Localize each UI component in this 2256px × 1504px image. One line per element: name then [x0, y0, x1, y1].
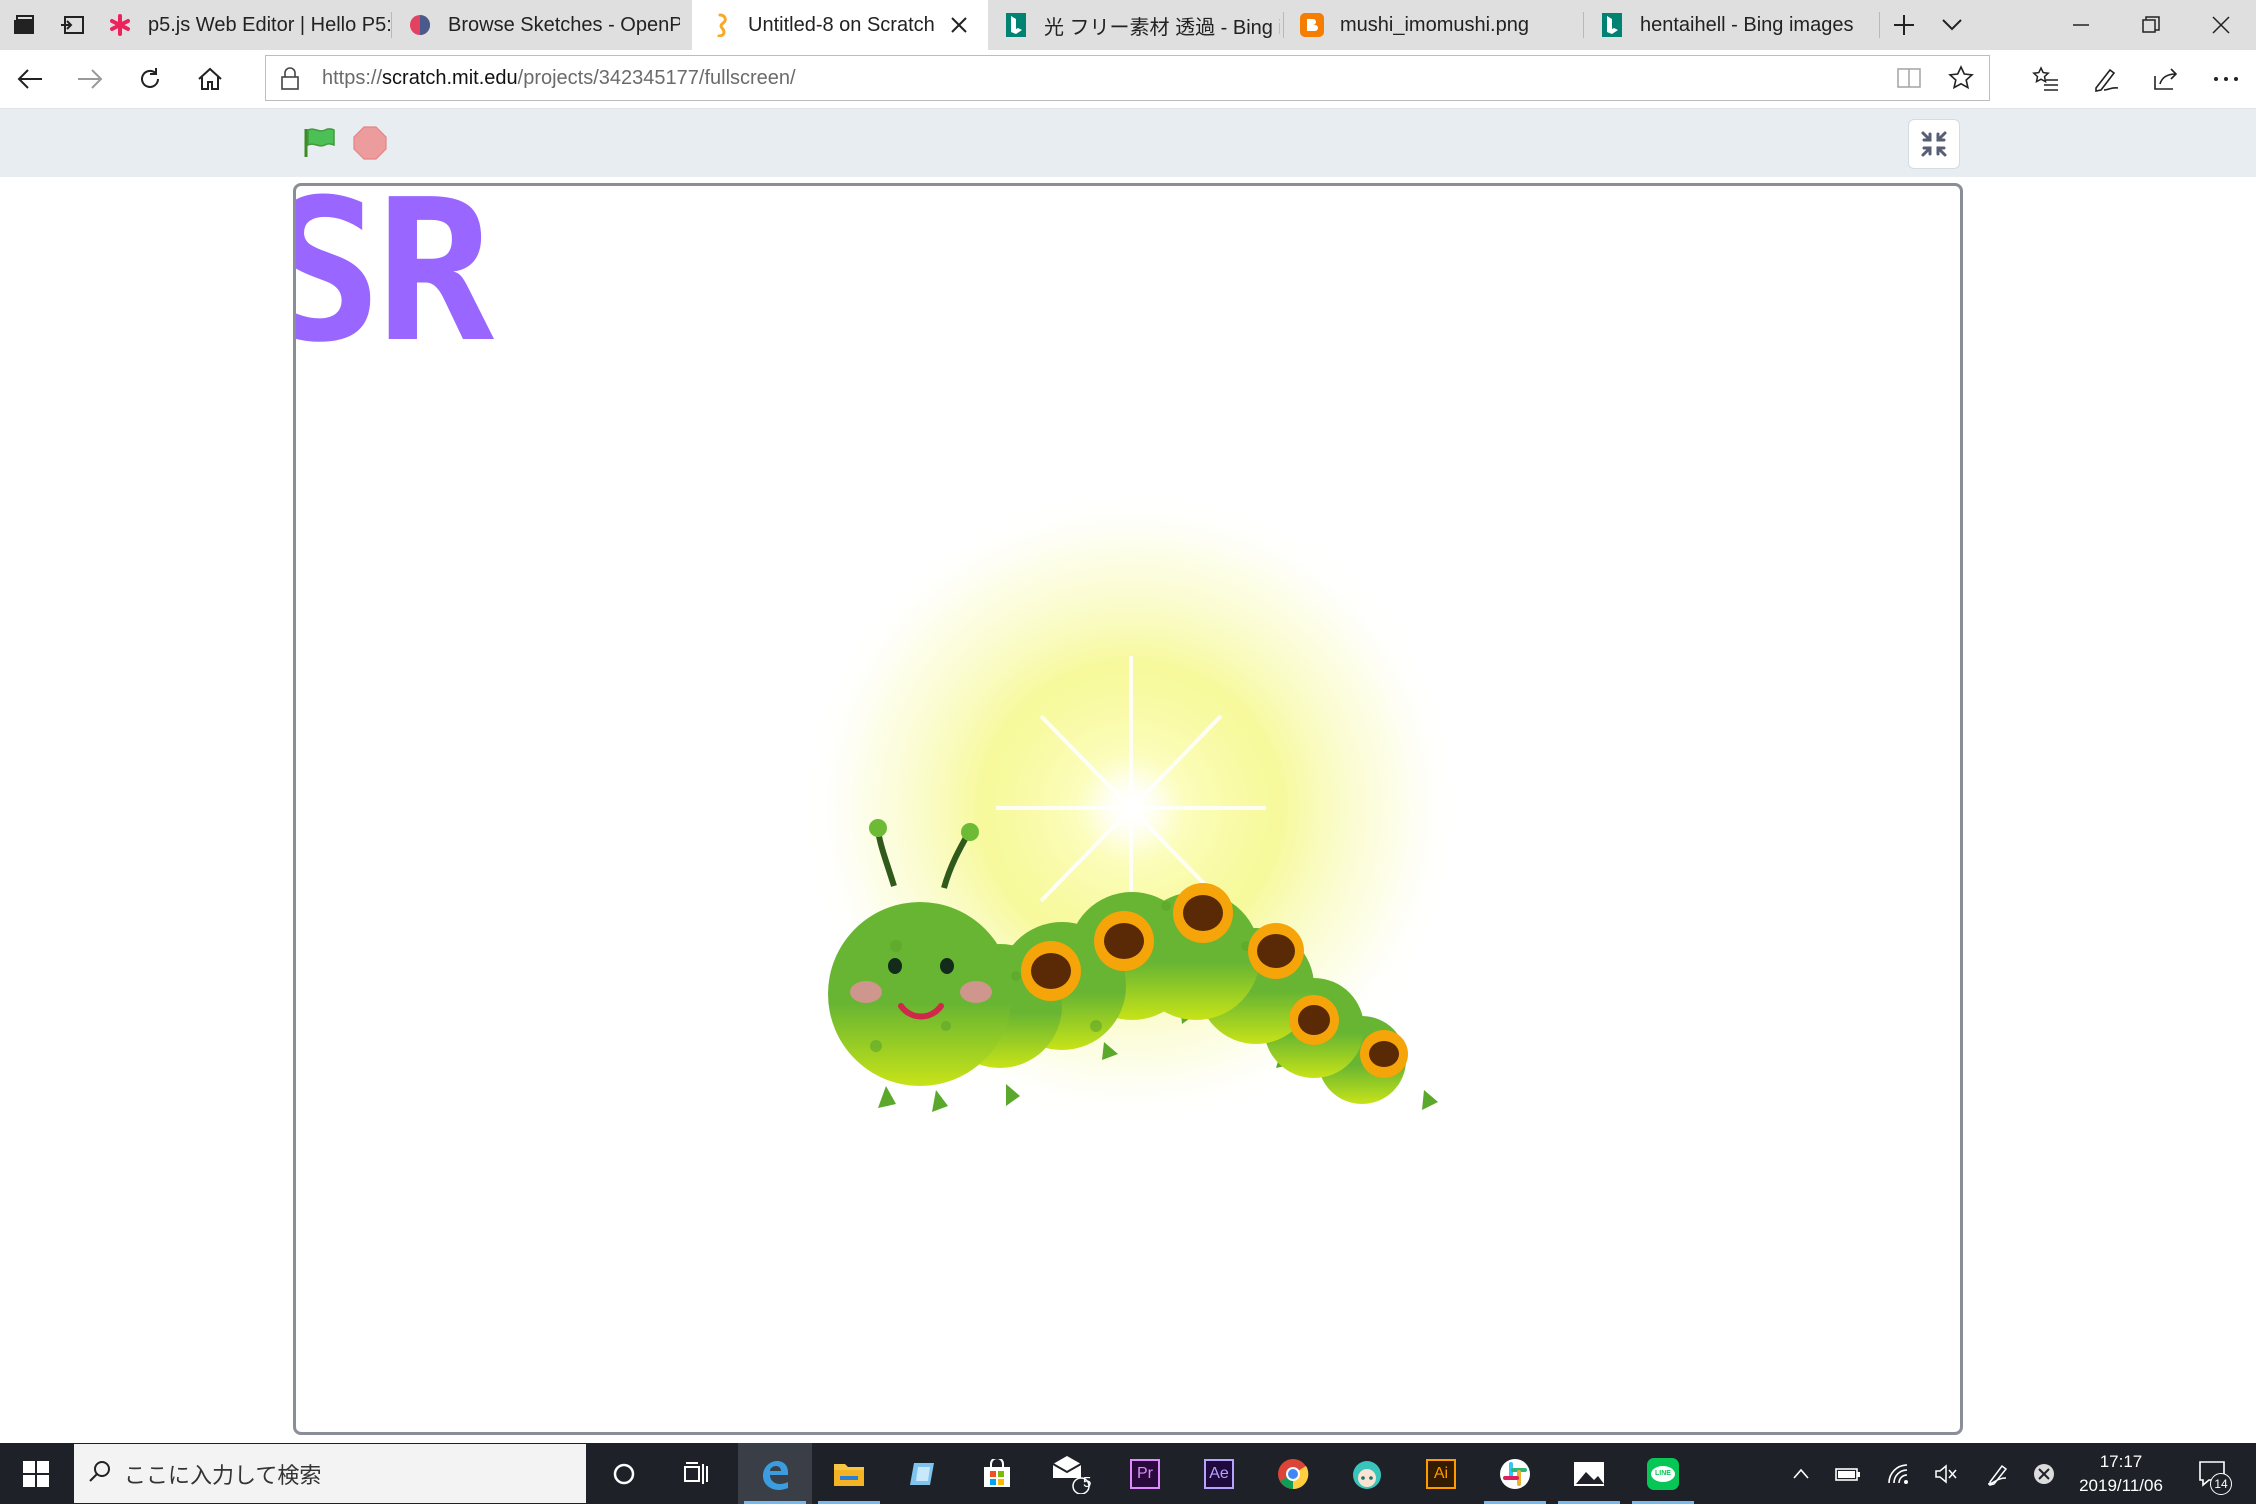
- file-explorer-icon[interactable]: [812, 1443, 886, 1504]
- battery-icon[interactable]: [1832, 1443, 1864, 1504]
- back-arrow-icon[interactable]: [10, 59, 50, 99]
- share-icon[interactable]: [2146, 59, 2186, 99]
- tab-title: p5.js Web Editor | Hello P5:: [148, 13, 392, 36]
- refresh-icon[interactable]: [130, 59, 170, 99]
- more-options-icon[interactable]: [2206, 59, 2246, 99]
- close-window-icon[interactable]: [2186, 0, 2256, 50]
- tab-openprocessing[interactable]: Browse Sketches - OpenPro: [392, 0, 692, 50]
- favorite-star-icon[interactable]: [1948, 65, 1974, 96]
- tab-title: hentaihell - Bing images: [1640, 13, 1854, 36]
- volume-muted-icon[interactable]: [1930, 1443, 1962, 1504]
- tab-scratch[interactable]: Untitled-8 on Scratch: [692, 0, 988, 50]
- status-x-circle-icon[interactable]: [2028, 1443, 2060, 1504]
- premiere-icon[interactable]: Pr: [1108, 1443, 1182, 1504]
- cortana-icon[interactable]: [594, 1443, 654, 1504]
- scratch-stage[interactable]: SR: [293, 183, 1963, 1435]
- browser-toolbar: https://scratch.mit.edu/projects/3423451…: [0, 50, 2256, 109]
- new-tab-icon[interactable]: [1880, 0, 1928, 50]
- after-effects-icon[interactable]: Ae: [1182, 1443, 1256, 1504]
- tab-title: 光 フリー素材 透過 - Bing im: [1044, 16, 1280, 39]
- openprocessing-icon: [408, 13, 432, 37]
- search-placeholder: ここに入力して検索: [124, 1462, 322, 1488]
- address-bar[interactable]: https://scratch.mit.edu/projects/3423451…: [265, 55, 1990, 101]
- tab-title: mushi_imomushi.png: [1340, 13, 1529, 36]
- photos-icon[interactable]: [1552, 1443, 1626, 1504]
- restore-icon[interactable]: [2116, 0, 2186, 50]
- windows-taskbar: ここに入力して検索 5 Pr Ae Ai LINE 17:17 2019/11/…: [0, 1443, 2256, 1504]
- notification-badge-count: 14: [2210, 1473, 2232, 1495]
- close-tab-icon[interactable]: [946, 12, 972, 38]
- tab-p5js[interactable]: p5.js Web Editor | Hello P5:: [92, 0, 392, 50]
- store-icon[interactable]: [960, 1443, 1034, 1504]
- tray-expand-chevron-icon[interactable]: [1786, 1443, 1816, 1504]
- forward-arrow-icon[interactable]: [70, 59, 110, 99]
- clock[interactable]: 17:17 2019/11/06: [2066, 1443, 2176, 1504]
- p5-asterisk-icon: [108, 13, 132, 37]
- bing-icon: [1600, 13, 1624, 37]
- tab-bing-hentaihell[interactable]: hentaihell - Bing images: [1584, 0, 1880, 50]
- exit-fullscreen-button[interactable]: [1908, 119, 1960, 169]
- scratch-icon: [708, 13, 732, 37]
- tab-set-aside-icon[interactable]: [4, 8, 44, 42]
- wifi-icon[interactable]: [1884, 1443, 1916, 1504]
- pen-notes-icon[interactable]: [2086, 59, 2126, 99]
- tab-mushi-png[interactable]: mushi_imomushi.png: [1284, 0, 1584, 50]
- tab-title: Untitled-8 on Scratch: [748, 13, 935, 36]
- clock-date: 2019/11/06: [2079, 1475, 2163, 1495]
- tab-preview-icon[interactable]: [52, 8, 92, 42]
- bing-icon: [1004, 13, 1028, 37]
- taskbar-search-input[interactable]: ここに入力して検索: [74, 1444, 586, 1503]
- line-icon[interactable]: LINE: [1626, 1443, 1700, 1504]
- mail-badge-count: 5: [1083, 1474, 1092, 1491]
- edge-icon[interactable]: [738, 1443, 812, 1504]
- browser-tab-bar: p5.js Web Editor | Hello P5: Browse Sket…: [0, 0, 2256, 50]
- tab-bing-hikari[interactable]: 光 フリー素材 透過 - Bing im: [988, 0, 1284, 50]
- url-text: https://scratch.mit.edu/projects/3423451…: [322, 67, 796, 89]
- mail-icon[interactable]: 5: [1034, 1443, 1108, 1504]
- exit-fullscreen-icon: [1921, 131, 1947, 157]
- slack-icon[interactable]: [1478, 1443, 1552, 1504]
- search-icon: [88, 1459, 112, 1488]
- task-view-icon[interactable]: [666, 1443, 726, 1504]
- action-center-icon[interactable]: 14: [2190, 1443, 2236, 1504]
- miku-icon[interactable]: [1330, 1443, 1404, 1504]
- minimize-icon[interactable]: [2046, 0, 2116, 50]
- pen-workspace-icon[interactable]: [1982, 1443, 2014, 1504]
- reading-view-icon[interactable]: [1896, 66, 1922, 95]
- home-icon[interactable]: [190, 59, 230, 99]
- green-flag-icon[interactable]: [302, 125, 338, 161]
- chrome-icon[interactable]: [1256, 1443, 1330, 1504]
- illustrator-icon[interactable]: Ai: [1404, 1443, 1478, 1504]
- blogger-icon: [1300, 13, 1324, 37]
- scratch-controls-bar: [0, 109, 2256, 177]
- clock-time: 17:17: [2099, 1451, 2143, 1471]
- windows-start-icon[interactable]: [0, 1443, 72, 1504]
- favorites-list-icon[interactable]: [2026, 59, 2066, 99]
- tab-title: Browse Sketches - OpenPro: [448, 13, 680, 36]
- stage-canvas: [801, 488, 1461, 1128]
- tab-list-chevron-icon[interactable]: [1928, 0, 1976, 50]
- stop-sign-icon[interactable]: [352, 125, 388, 161]
- paint-3d-icon[interactable]: [886, 1443, 960, 1504]
- lock-icon: [280, 67, 300, 96]
